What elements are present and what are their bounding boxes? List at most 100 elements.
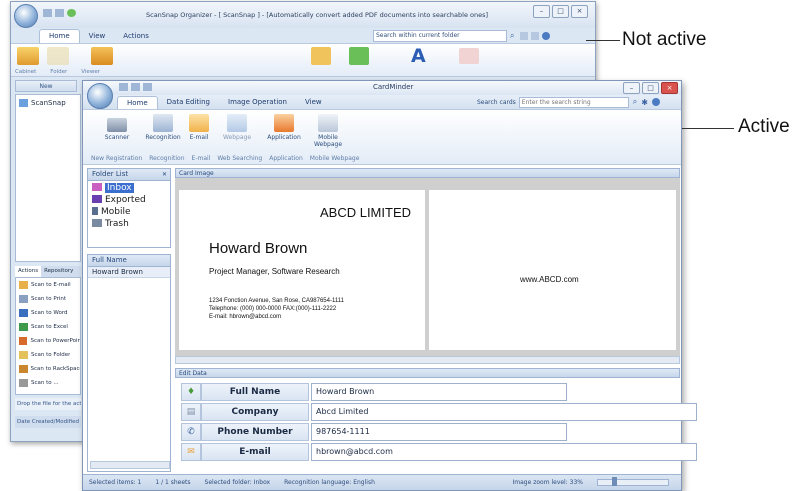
- window-controls: – □ ×: [533, 5, 588, 18]
- full-name-field[interactable]: Howard Brown: [311, 382, 567, 401]
- ribbon: A Cabinet Folder Viewer: [11, 43, 595, 77]
- marker-icon[interactable]: [459, 48, 479, 64]
- search-input[interactable]: [518, 96, 629, 108]
- card-back[interactable]: www.ABCD.com: [429, 190, 676, 350]
- search-input[interactable]: Search within current folder: [373, 29, 507, 42]
- mobile-webpage-button[interactable]: Mobile Webpage: [309, 114, 347, 148]
- phone-field[interactable]: 987654-1111: [311, 422, 567, 441]
- horizontal-scrollbar[interactable]: [90, 461, 170, 469]
- scan-email-icon: [19, 281, 28, 289]
- folder-inbox[interactable]: Inbox: [88, 182, 170, 194]
- not-active-leader-line: [586, 40, 620, 41]
- group-web-searching: Web Searching: [217, 155, 263, 162]
- minimize-button[interactable]: –: [623, 82, 640, 94]
- action-list: Scan to E-mail Scan to Print Scan to Wor…: [15, 277, 81, 395]
- exported-icon: [92, 195, 102, 203]
- phone-label: Phone Number: [201, 422, 309, 441]
- viewer-icon[interactable]: [91, 47, 113, 65]
- full-name-column-header[interactable]: Full Name: [88, 255, 170, 267]
- scan-print-icon: [19, 295, 28, 303]
- full-name-label: Full Name: [201, 382, 309, 401]
- search-icon[interactable]: ⌕: [633, 97, 637, 107]
- settings-icon[interactable]: ✱: [641, 98, 648, 107]
- undo-icon[interactable]: [131, 83, 140, 91]
- list-item[interactable]: Scan to Print: [16, 292, 80, 306]
- search-icon[interactable]: ⌕: [510, 31, 514, 41]
- mobile-icon: [318, 114, 338, 132]
- folder-icon[interactable]: [47, 47, 69, 65]
- scan-word-icon: [19, 309, 28, 317]
- list-item[interactable]: Scan to PowerPoint: [16, 334, 80, 348]
- title-bar: ScanSnap Organizer - [ ScanSnap ] - [Aut…: [11, 2, 595, 28]
- maximize-button[interactable]: □: [642, 82, 659, 94]
- active-callout: Active: [738, 116, 790, 137]
- list-item[interactable]: Scan to Folder: [16, 348, 80, 362]
- folder-trash[interactable]: Trash: [88, 218, 170, 230]
- email-label: E-mail: [201, 442, 309, 461]
- close-button[interactable]: ×: [661, 82, 678, 94]
- distribute-icon[interactable]: [349, 47, 369, 65]
- list-item[interactable]: Scan to ...: [16, 376, 80, 390]
- folder-mobile[interactable]: Mobile: [88, 206, 170, 218]
- scanner-icon: [107, 118, 127, 132]
- help-icon[interactable]: [542, 31, 551, 40]
- undo-icon[interactable]: [55, 9, 64, 17]
- status-language: Recognition language: English: [284, 479, 375, 486]
- person-icon: ♦: [181, 382, 201, 401]
- list-item[interactable]: Scan to Word: [16, 306, 80, 320]
- envelope-icon: [189, 114, 209, 132]
- recognition-button[interactable]: Recognition: [143, 114, 183, 141]
- card-contact-block: 1234 Fonction Avenue, San Rose, CA987654…: [209, 297, 344, 321]
- tab-actions-panel[interactable]: Actions: [15, 266, 42, 277]
- card-scrollbar[interactable]: [175, 356, 680, 364]
- email-field[interactable]: hbrown@abcd.com: [311, 442, 697, 461]
- field-row-company: ▤ Company Abcd Limited: [181, 402, 697, 421]
- application-button[interactable]: Application: [259, 114, 309, 141]
- tab-home[interactable]: Home: [39, 29, 80, 43]
- save-icon[interactable]: [43, 9, 52, 17]
- view-icon[interactable]: [520, 31, 529, 40]
- app-orb-icon[interactable]: [14, 4, 38, 28]
- tab-image-operation[interactable]: Image Operation: [219, 96, 296, 109]
- help-icon[interactable]: [651, 98, 660, 106]
- table-row[interactable]: Howard Brown: [88, 267, 170, 278]
- save-icon[interactable]: [119, 83, 128, 91]
- zoom-slider-thumb[interactable]: [612, 477, 617, 486]
- redo-icon[interactable]: [143, 83, 152, 91]
- panel-close-icon[interactable]: ✕: [162, 169, 167, 180]
- scanner-button[interactable]: Scanner: [91, 114, 143, 141]
- maximize-button[interactable]: □: [552, 5, 569, 18]
- layout-icon[interactable]: [531, 31, 540, 40]
- tab-data-editing[interactable]: Data Editing: [158, 96, 219, 109]
- tree-root-label[interactable]: ScanSnap: [31, 99, 66, 107]
- email-button[interactable]: E-mail: [183, 114, 215, 141]
- cardminder-window[interactable]: CardMinder – □ × Home Data Editing Image…: [82, 80, 697, 491]
- company-field[interactable]: Abcd Limited: [311, 402, 697, 421]
- card-company: ABCD LIMITED: [319, 205, 411, 220]
- close-button[interactable]: ×: [571, 5, 588, 18]
- group-email: E-mail: [191, 155, 211, 162]
- field-row-full-name: ♦ Full Name Howard Brown: [181, 382, 567, 401]
- operation-icon[interactable]: [311, 47, 331, 65]
- tab-home[interactable]: Home: [117, 95, 158, 110]
- minimize-button[interactable]: –: [533, 5, 550, 18]
- zoom-slider[interactable]: [597, 477, 669, 486]
- refresh-icon[interactable]: [67, 9, 76, 17]
- app-orb-icon[interactable]: [87, 83, 113, 109]
- tab-view[interactable]: View: [80, 30, 115, 43]
- folder-exported[interactable]: Exported: [88, 194, 170, 206]
- tab-view[interactable]: View: [296, 96, 331, 109]
- new-folder-button[interactable]: New: [15, 80, 77, 92]
- tab-actions[interactable]: Actions: [114, 30, 158, 43]
- tab-repository[interactable]: Repository: [41, 266, 76, 277]
- webpage-button[interactable]: Webpage: [215, 114, 259, 141]
- ribbon-group-labels: New Registration Recognition E-mail Web …: [91, 155, 359, 162]
- convert-icon[interactable]: A: [411, 45, 426, 67]
- date-created-column[interactable]: Date Created/Modified: [15, 416, 81, 428]
- cabinet-icon[interactable]: [17, 47, 39, 65]
- card-front[interactable]: ABCD LIMITED Howard Brown Project Manage…: [179, 190, 425, 350]
- card-phone: Telephone: (000) 000-0000 FAX:(000)-111-…: [209, 306, 337, 312]
- list-item[interactable]: Scan to Excel: [16, 320, 80, 334]
- list-item[interactable]: Scan to RackSpace: [16, 362, 80, 376]
- list-item[interactable]: Scan to E-mail: [16, 278, 80, 292]
